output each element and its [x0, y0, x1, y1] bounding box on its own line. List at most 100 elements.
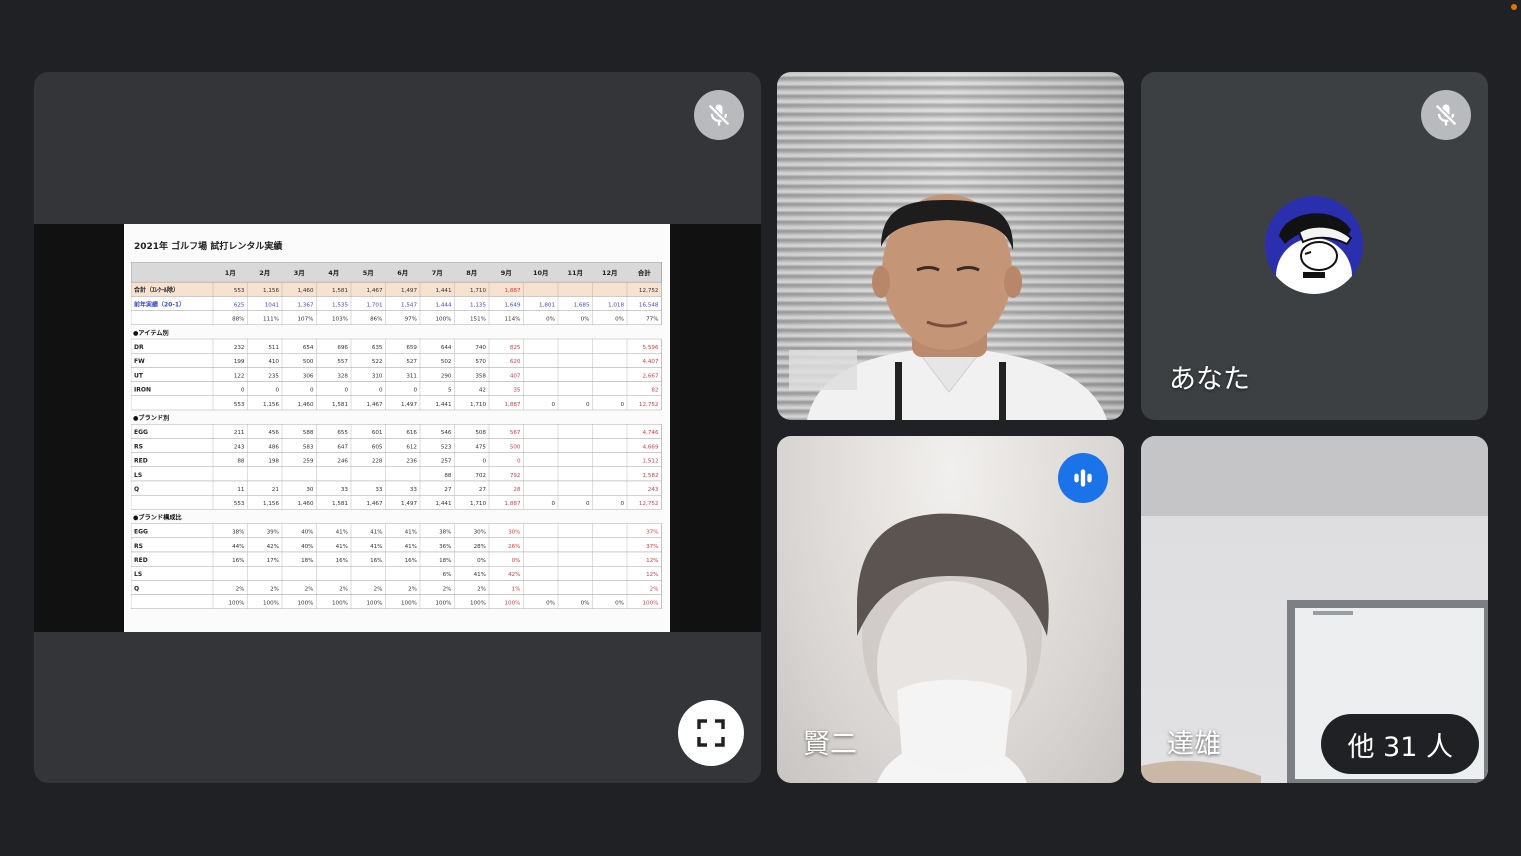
- speaking-indicator: [1058, 453, 1108, 503]
- sheet-cell: 28: [513, 487, 521, 493]
- sheet-cell: 100%: [367, 601, 383, 607]
- sheet-cell: 523: [441, 444, 452, 450]
- sheet-cell: 635: [372, 345, 383, 351]
- sheet-cell: 1,367: [297, 302, 313, 308]
- sheet-cell: 211: [234, 430, 245, 436]
- sheet-cell: 16%: [405, 558, 417, 564]
- presentation-tile[interactable]: 2021年 ゴルフ場 試打レンタル実績 1月 2月 3月 4月 5月 6月 7月 8月 9月 10…: [34, 72, 761, 783]
- sheet-cell: 2%: [374, 586, 383, 592]
- sheet-cell: 740: [475, 345, 486, 351]
- sheet-cell: 410: [268, 359, 279, 365]
- sheet-cell: 37%: [646, 544, 658, 550]
- sheet-cell: 0: [620, 402, 624, 408]
- sheet-cell: 1,497: [401, 402, 417, 408]
- meeting-stage: 2021年 ゴルフ場 試打レンタル実績 1月 2月 3月 4月 5月 6月 7月 8月 9月 10…: [0, 0, 1521, 856]
- sheet-cell: 1,535: [332, 302, 348, 308]
- audio-level-icon: [1074, 469, 1092, 487]
- sheet-cell: 696: [337, 345, 348, 351]
- sheet-cell: 0%: [581, 317, 590, 323]
- sheet-row: [131, 537, 662, 553]
- participant-tile-2[interactable]: 賢二: [777, 436, 1124, 783]
- sheet-row: [131, 381, 662, 396]
- sheet-cell: 36%: [439, 544, 451, 550]
- fullscreen-button[interactable]: [678, 700, 744, 766]
- sheet-cell: 0: [241, 388, 245, 394]
- sheet-row-label: IRON: [134, 387, 151, 394]
- sheet-cell: 42: [479, 388, 486, 394]
- self-tile[interactable]: あなた: [1141, 72, 1488, 420]
- sheet-cell: 100%: [436, 601, 452, 607]
- sheet-cell: 358: [475, 373, 486, 379]
- sheet-cell: 655: [337, 430, 348, 436]
- sheet-cell: 588: [303, 430, 314, 436]
- presenter-muted-badge: [694, 90, 744, 140]
- sheet-cell: 502: [441, 359, 452, 365]
- sheet-cell: 42%: [508, 572, 520, 578]
- sheet-cell: 88: [237, 459, 245, 465]
- sheet-cell: 1,887: [504, 402, 520, 408]
- sheet-cell: 100%: [505, 601, 521, 607]
- fullscreen-icon: [697, 719, 725, 747]
- sheet-cell: 232: [234, 345, 245, 351]
- sheet-cell: 100%: [263, 601, 279, 607]
- sheet-cell: 151%: [470, 317, 486, 323]
- sheet-row-label: EGG: [134, 529, 148, 536]
- sheet-cell: 114%: [505, 317, 521, 323]
- sheet-cell: 0: [379, 388, 383, 394]
- spreadsheet-table: 1月 2月 3月 4月 5月 6月 7月 8月 9月 10月 11月 12月 合計合計（ｴﾚｸｰﾙ除） 5…: [131, 262, 662, 610]
- sheet-row: [131, 395, 662, 411]
- sheet-cell: 1,441: [435, 288, 451, 294]
- others-count-pill[interactable]: 他 31 人: [1321, 714, 1479, 774]
- sheet-row-label: Q: [134, 585, 139, 592]
- presentation-frame: 2021年 ゴルフ場 試打レンタル実績 1月 2月 3月 4月 5月 6月 7月 8月 9月 10…: [34, 224, 761, 632]
- sheet-cell: 1,467: [366, 402, 382, 408]
- sheet-cell: 1,156: [263, 402, 279, 408]
- sheet-cell: 1,156: [263, 288, 279, 294]
- sheet-header-cell: 合計: [637, 268, 652, 277]
- sheet-cell: 44%: [232, 544, 244, 550]
- sheet-header-cell: 11月: [567, 269, 583, 277]
- sheet-cell: 0%: [546, 317, 555, 323]
- sheet-row-label: RED: [134, 458, 148, 465]
- sheet-cell: 522: [372, 359, 383, 365]
- sheet-header-cell: 7月: [432, 269, 443, 277]
- participant-name-label: 賢二: [803, 729, 857, 760]
- sheet-row: [131, 282, 662, 297]
- sheet-cell: 546: [441, 430, 452, 436]
- sheet-cell: 306: [303, 373, 314, 379]
- sheet-cell: 1,581: [332, 288, 348, 294]
- sheet-cell: 0%: [512, 558, 521, 564]
- sheet-cell: 0: [275, 388, 279, 394]
- sheet-cell: 1,444: [435, 302, 451, 308]
- sheet-header-cell: 12月: [602, 269, 618, 277]
- sheet-cell: 1,460: [297, 501, 313, 507]
- sheet-cell: 1,460: [297, 402, 313, 408]
- sheet-cell: 26%: [508, 544, 520, 550]
- sheet-cell: 18%: [301, 558, 313, 564]
- sheet-cell: 1,156: [263, 501, 279, 507]
- sheet-cell: 12,752: [639, 501, 659, 507]
- sheet-cell: 21: [272, 487, 280, 493]
- sheet-cell: 12%: [646, 558, 658, 564]
- sheet-cell: 38%: [439, 530, 451, 536]
- sheet-cell: 100%: [643, 601, 659, 607]
- sheet-cell: 625: [234, 302, 245, 308]
- sheet-cell: 33: [410, 487, 418, 493]
- sheet-cell: 86%: [370, 317, 382, 323]
- sheet-row: [131, 367, 662, 382]
- sheet-cell: 792: [510, 473, 521, 479]
- sheet-cell: 1,710: [470, 501, 486, 507]
- sheet-row-label: 合計（ｴﾚｸｰﾙ除）: [134, 286, 179, 294]
- sheet-cell: 570: [475, 359, 486, 365]
- sheet-cell: 40%: [301, 544, 313, 550]
- sheet-row-label: RED: [134, 557, 148, 564]
- sheet-row: [131, 352, 662, 368]
- sheet-cell: 1%: [512, 586, 521, 592]
- sheet-cell: 1,497: [401, 288, 417, 294]
- sheet-cell: 511: [268, 345, 279, 351]
- sheet-row: [131, 338, 662, 354]
- participant-tile-1[interactable]: [777, 72, 1124, 420]
- sheet-cell: 12,752: [639, 288, 659, 294]
- participant-tile-3[interactable]: 達雄 他 31 人: [1141, 436, 1488, 783]
- sheet-cell: 456: [268, 430, 279, 436]
